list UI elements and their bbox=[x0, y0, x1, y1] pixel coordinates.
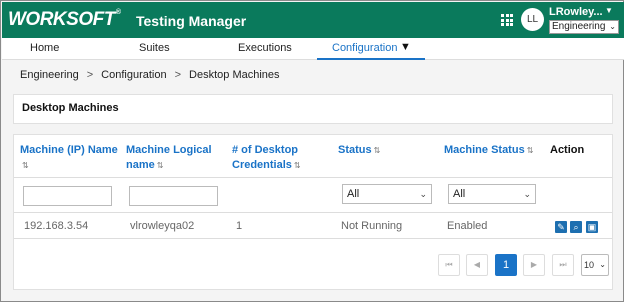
cell-status: Not Running bbox=[341, 220, 403, 232]
cell-machine-status: Enabled bbox=[447, 220, 488, 232]
apps-grid-icon[interactable] bbox=[501, 14, 513, 26]
header-divider bbox=[14, 177, 612, 178]
tab-configuration[interactable]: Configuration bbox=[332, 42, 397, 54]
sort-icon[interactable]: ⇅ bbox=[157, 161, 164, 170]
sort-icon[interactable]: ⇅ bbox=[527, 146, 534, 155]
machines-table: Machine (IP) Name ⇅ Machine Logical name… bbox=[13, 134, 613, 290]
column-header-credentials[interactable]: # of Desktop Credentials ⇅ bbox=[232, 143, 301, 173]
breadcrumb: Engineering > Configuration > Desktop Ma… bbox=[20, 69, 280, 81]
cell-logical-name: vlrowleyqa02 bbox=[130, 220, 195, 232]
tab-executions[interactable]: Executions bbox=[238, 42, 292, 54]
remote-desktop-icon[interactable]: ▣ bbox=[586, 221, 598, 233]
chevron-down-icon: ⌄ bbox=[523, 189, 531, 199]
cell-machine-name: 192.168.3.54 bbox=[24, 220, 89, 232]
chevron-right-icon: > bbox=[174, 69, 182, 81]
last-page-button[interactable]: ⏭ bbox=[552, 254, 574, 276]
machine-name-filter-input[interactable] bbox=[23, 186, 112, 206]
page-1-button[interactable]: 1 bbox=[495, 254, 517, 276]
machine-status-filter-select[interactable]: All ⌄ bbox=[448, 184, 536, 204]
column-header-machine-name[interactable]: Machine (IP) Name ⇅ bbox=[20, 143, 118, 173]
chevron-down-icon: ⌄ bbox=[609, 22, 616, 31]
breadcrumb-configuration[interactable]: Configuration bbox=[101, 69, 166, 81]
environment-value: Engineering bbox=[552, 21, 606, 32]
app-window: WORKSOFT® Testing Manager LL LRowley... … bbox=[0, 0, 624, 302]
pagination: ⏮ ◀ 1 ▶ ⏭ 10 ⌄ bbox=[14, 254, 612, 276]
workSoft-logo[interactable]: WORKSOFT® bbox=[8, 9, 121, 31]
top-bar: WORKSOFT® Testing Manager LL LRowley... … bbox=[2, 2, 624, 38]
row-divider bbox=[14, 238, 612, 239]
sort-icon[interactable]: ⇅ bbox=[374, 146, 381, 155]
user-menu[interactable]: LRowley... bbox=[549, 6, 603, 18]
status-filter-select[interactable]: All ⌄ bbox=[342, 184, 432, 204]
breadcrumb-desktop-machines: Desktop Machines bbox=[189, 69, 280, 81]
avatar[interactable]: LL bbox=[521, 8, 544, 31]
chevron-right-icon: > bbox=[86, 69, 94, 81]
page-title: Desktop Machines bbox=[22, 102, 119, 114]
breadcrumb-engineering[interactable]: Engineering bbox=[20, 69, 79, 81]
column-header-logical-name[interactable]: Machine Logical name ⇅ bbox=[126, 143, 212, 173]
tab-suites[interactable]: Suites bbox=[139, 42, 170, 54]
cell-credentials: 1 bbox=[236, 220, 243, 232]
logical-name-filter-input[interactable] bbox=[129, 186, 218, 206]
column-header-machine-status[interactable]: Machine Status ⇅ bbox=[444, 143, 533, 158]
environment-select[interactable]: Engineering ⌄ bbox=[549, 20, 619, 34]
column-header-status[interactable]: Status ⇅ bbox=[338, 143, 380, 158]
tab-home[interactable]: Home bbox=[30, 42, 59, 54]
search-icon[interactable]: ⌕ bbox=[570, 221, 582, 233]
user-menu-caret-icon[interactable]: ▼ bbox=[605, 6, 613, 15]
app-title: Testing Manager bbox=[136, 13, 247, 29]
edit-icon[interactable]: ✎ bbox=[555, 221, 567, 233]
configuration-caret-icon[interactable]: ▼ bbox=[400, 41, 411, 53]
active-tab-indicator bbox=[317, 58, 425, 60]
sort-icon[interactable]: ⇅ bbox=[294, 161, 301, 170]
chevron-down-icon: ⌄ bbox=[599, 260, 606, 269]
sort-icon[interactable]: ⇅ bbox=[22, 161, 29, 170]
first-page-button[interactable]: ⏮ bbox=[438, 254, 460, 276]
chevron-down-icon: ⌄ bbox=[419, 189, 427, 199]
page-size-select[interactable]: 10 ⌄ bbox=[581, 254, 609, 276]
next-page-button[interactable]: ▶ bbox=[523, 254, 545, 276]
page-title-panel: Desktop Machines bbox=[13, 94, 613, 124]
prev-page-button[interactable]: ◀ bbox=[466, 254, 488, 276]
table-row[interactable]: 192.168.3.54 vlrowleyqa02 1 Not Running … bbox=[14, 213, 612, 238]
main-nav: Home Suites Executions Configuration ▼ bbox=[2, 38, 624, 60]
column-header-action: Action bbox=[550, 144, 585, 156]
